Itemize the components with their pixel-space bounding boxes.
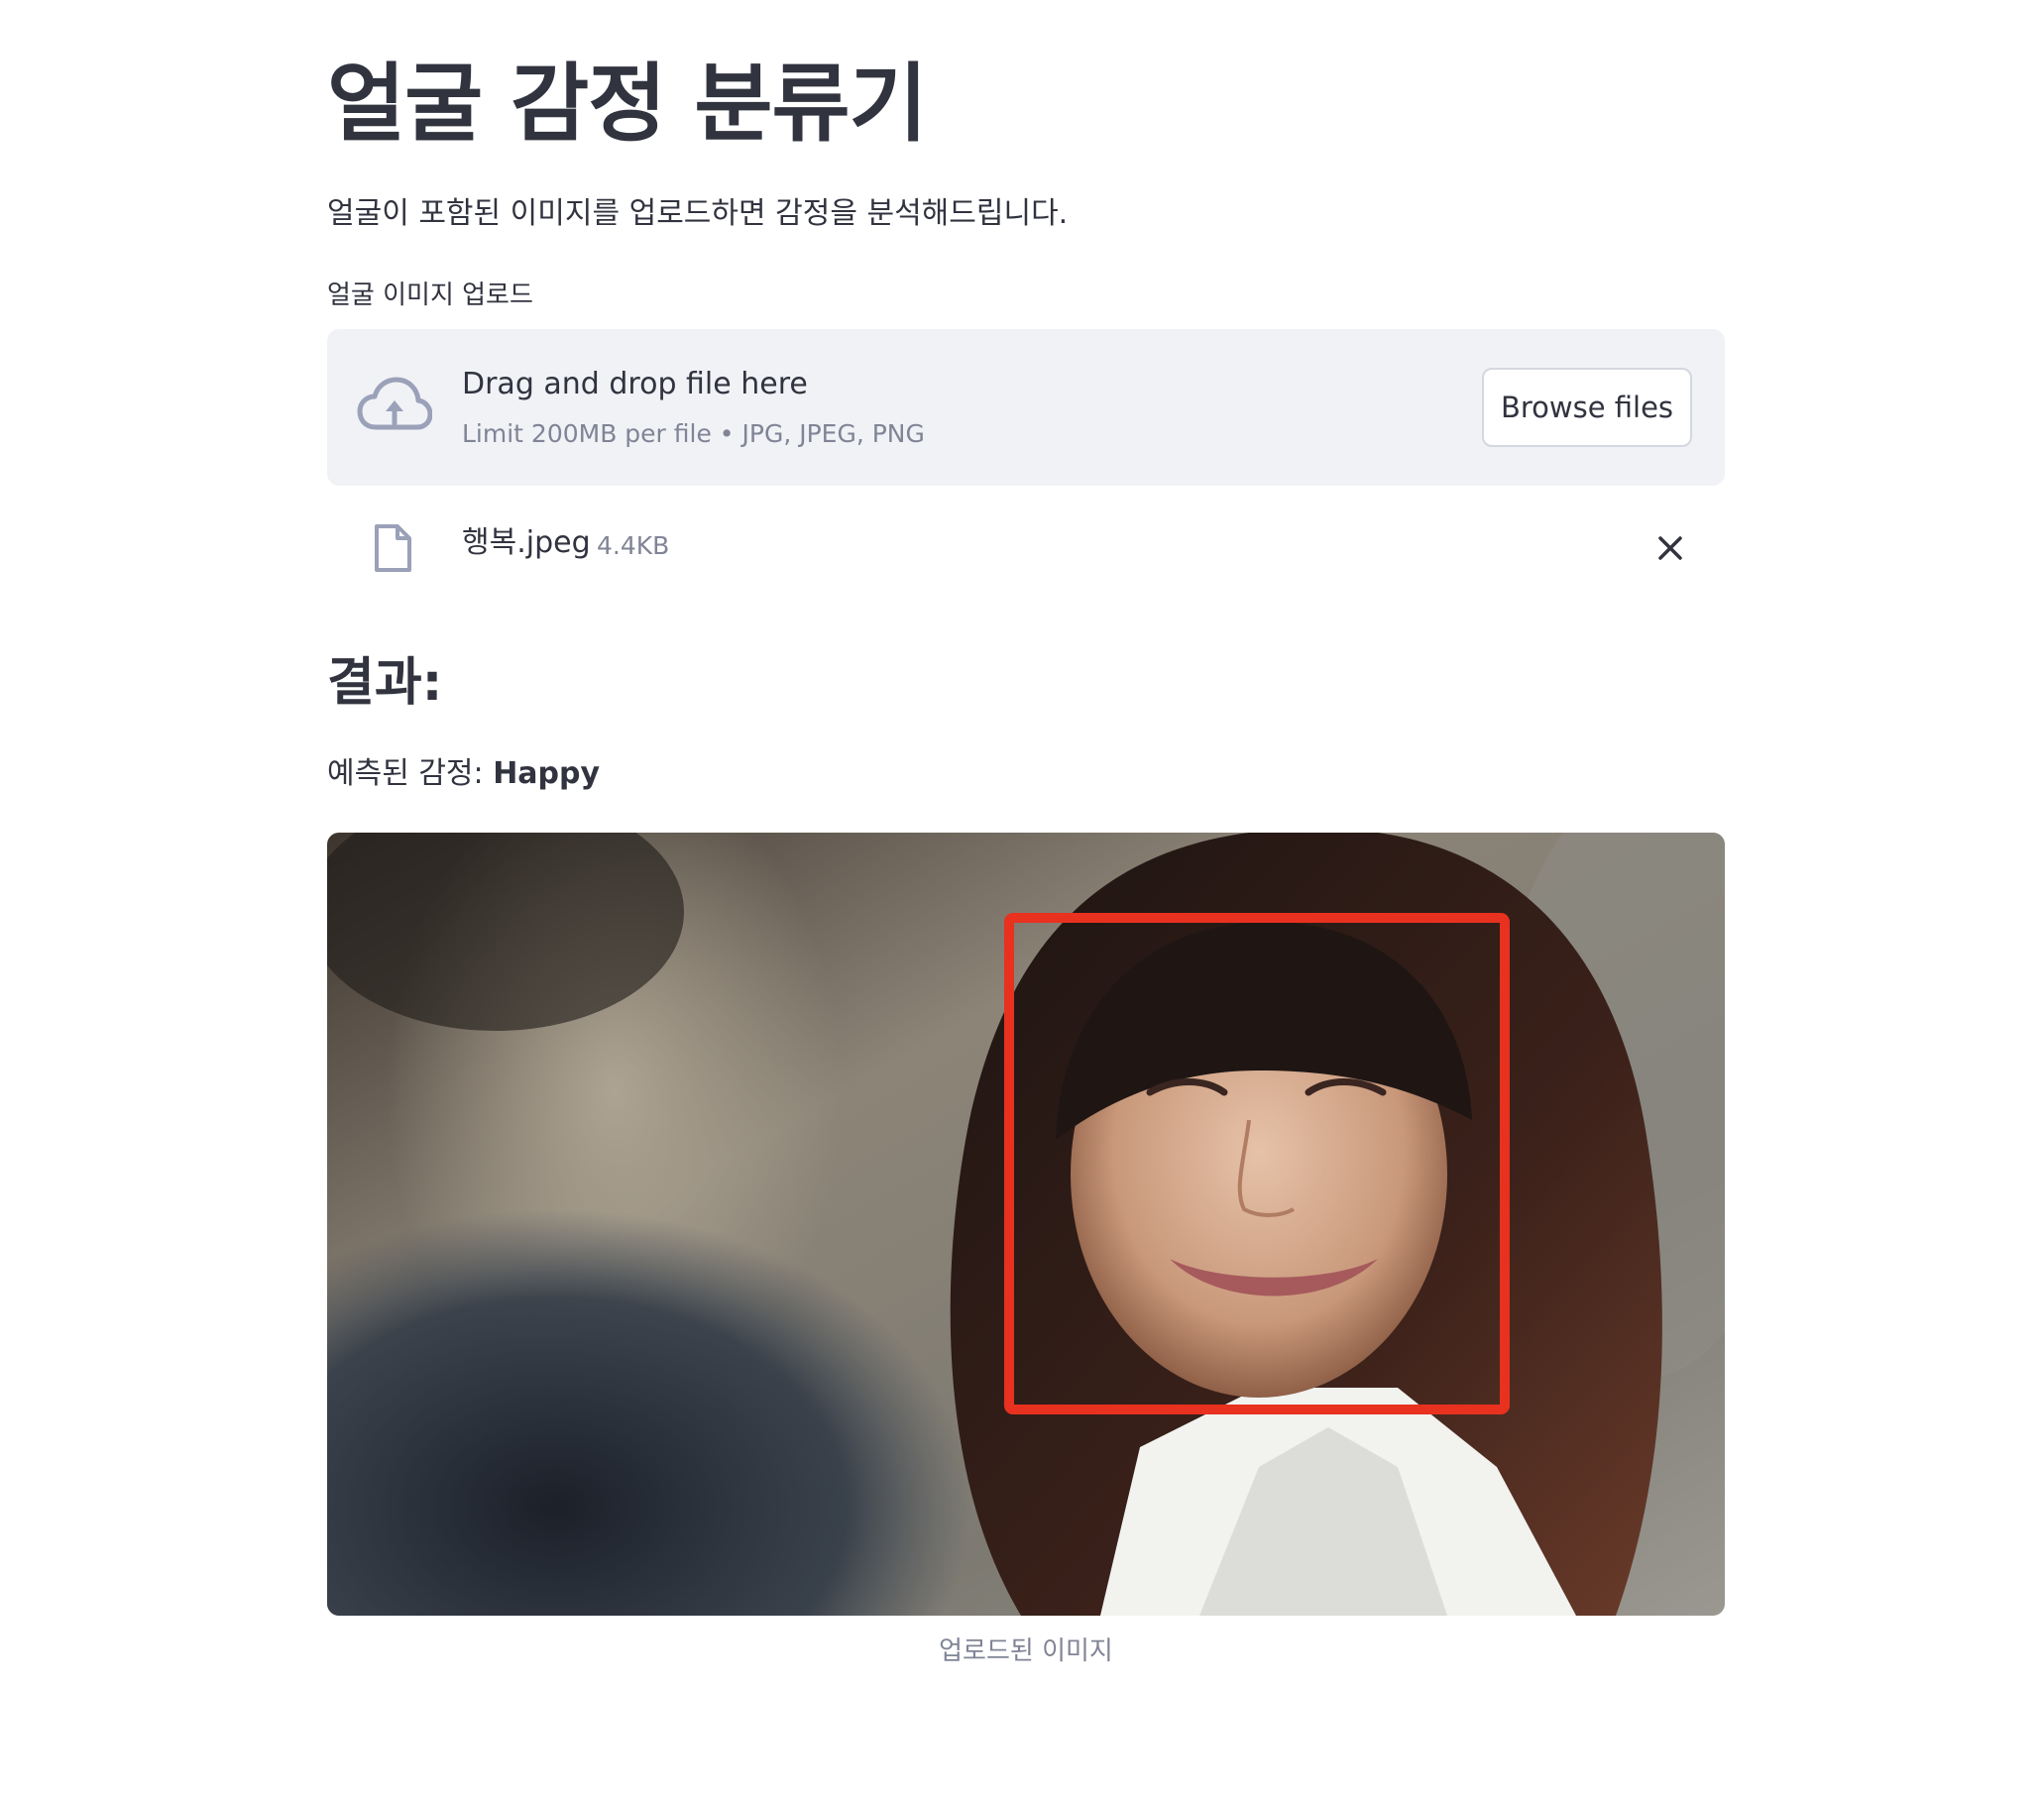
image-caption: 업로드된 이미지 — [939, 1636, 1113, 1666]
prediction-value: Happy — [493, 756, 601, 791]
dropzone-limit: Limit 200MB per file • JPG, JPEG, PNG — [462, 419, 925, 448]
cloud-upload-icon — [357, 374, 433, 439]
result-heading: 결과: — [327, 653, 443, 713]
prediction-label: 예측된 감정: — [327, 756, 494, 791]
close-icon[interactable] — [1655, 533, 1685, 563]
uploader-label: 얼굴 이미지 업로드 — [327, 281, 533, 310]
file-dropzone[interactable]: Drag and drop file here Limit 200MB per … — [327, 329, 1725, 486]
uploaded-file-row: 행복.jpeg 4.4KB — [327, 506, 1725, 585]
uploaded-image — [327, 833, 1725, 1616]
intro-text: 얼굴이 포함된 이미지를 업로드하면 감정을 분석해드립니다. — [327, 196, 1069, 231]
file-name: 행복.jpeg — [462, 525, 591, 560]
dropzone-title: Drag and drop file here — [462, 367, 808, 401]
prediction-line: 예측된 감정: Happy — [327, 754, 600, 794]
browse-files-button[interactable]: Browse files — [1482, 368, 1692, 447]
file-icon — [373, 523, 412, 573]
file-size: 4.4KB — [597, 531, 670, 560]
page-title: 얼굴 감정 분류기 — [327, 55, 928, 154]
